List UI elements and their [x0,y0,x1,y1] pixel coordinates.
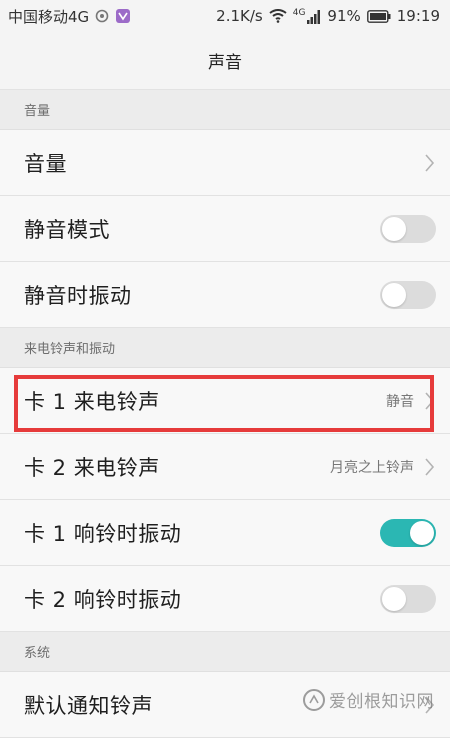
watermark: 爱创根知识网 [303,687,434,712]
row-value: 月亮之上铃声 [330,459,414,476]
toggle-knob [382,586,406,611]
row-title: 卡 2 来电铃声 [24,455,160,480]
toggle-knob [382,282,406,307]
status-left: 中国移动4G [8,6,131,27]
section-header-label: 系统 [24,646,51,661]
row-title: 默认通知铃声 [24,693,153,718]
toggle-knob [382,216,406,241]
row-right [424,153,436,173]
watermark-text: 爱创根知识网 [329,692,434,712]
row-sim2-ring-vibrate[interactable]: 卡 2 响铃时振动 [0,566,450,632]
silent-mode-toggle[interactable] [380,214,436,243]
row-sim1-ringtone[interactable]: 卡 1 来电铃声 静音 [0,368,450,434]
row-sim1-ring-vibrate[interactable]: 卡 1 响铃时振动 [0,500,450,566]
row-title: 静音时振动 [24,283,132,308]
wifi-icon [269,9,287,23]
watermark-logo-icon [303,688,325,711]
battery-icon [366,9,391,23]
row-silent-mode[interactable]: 静音模式 [0,196,450,262]
section-header-label: 音量 [24,104,51,119]
signal-type-label: 4G [292,7,306,18]
notification-icon [95,9,109,23]
status-bar: 中国移动4G 2.1K/s 4G 91% 19:19 [0,0,450,32]
row-right: 静音 [386,391,436,411]
section-header-ringtone-vibration: 来电铃声和振动 [0,328,450,368]
section-header-label: 来电铃声和振动 [24,342,116,357]
app-notification-icon [115,8,131,24]
status-right: 2.1K/s 4G 91% 19:19 [216,7,440,25]
chevron-right-icon [424,153,436,173]
cellular-signal-icon: 4G [292,7,322,24]
page-title-bar: 声音 [0,32,450,90]
row-right: 月亮之上铃声 [330,457,436,477]
battery-percent: 91% [327,7,361,25]
network-speed: 2.1K/s [216,7,263,25]
row-vibrate-when-silent[interactable]: 静音时振动 [0,262,450,328]
page-title: 声音 [208,53,242,73]
chevron-right-icon [424,391,436,411]
section-header-system: 系统 [0,632,450,672]
row-sim2-ringtone[interactable]: 卡 2 来电铃声 月亮之上铃声 [0,434,450,500]
row-value: 静音 [386,393,414,410]
clock: 19:19 [396,7,440,25]
sim2-ring-vibrate-toggle[interactable] [380,584,436,613]
toggle-knob [410,520,434,545]
row-title: 静音模式 [24,217,110,242]
vibrate-when-silent-toggle[interactable] [380,280,436,309]
row-title: 卡 2 响铃时振动 [24,587,182,612]
row-title: 卡 1 来电铃声 [24,389,160,414]
sim1-ring-vibrate-toggle[interactable] [380,518,436,547]
chevron-right-icon [424,457,436,477]
row-title: 卡 1 响铃时振动 [24,521,182,546]
row-volume[interactable]: 音量 [0,130,450,196]
row-title: 音量 [24,151,67,176]
section-header-volume: 音量 [0,90,450,130]
carrier-label: 中国移动4G [8,7,90,26]
